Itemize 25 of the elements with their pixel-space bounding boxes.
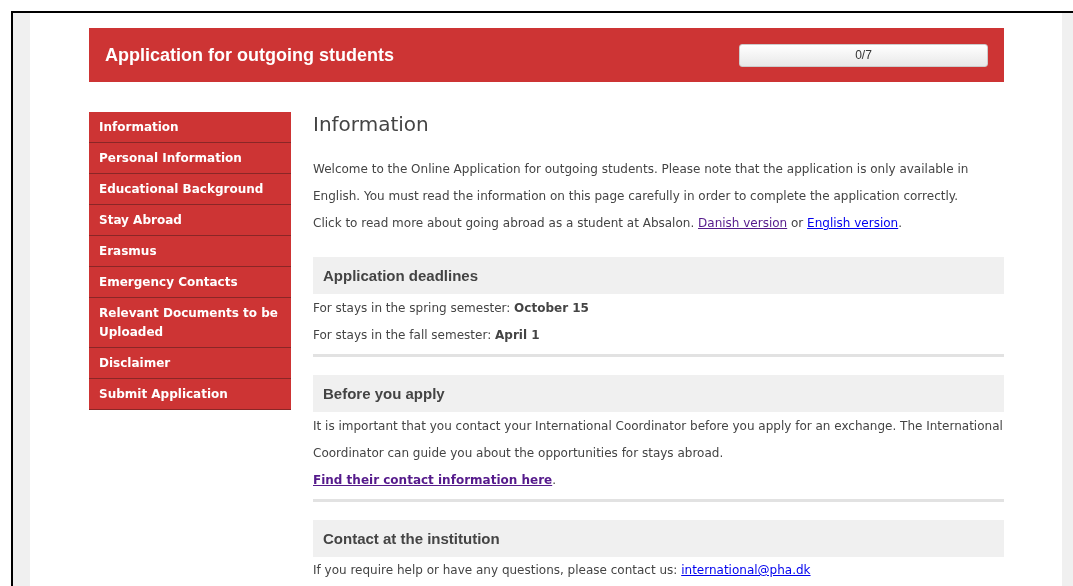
sidebar-item[interactable]: Erasmus	[89, 236, 291, 267]
page-title: Application for outgoing students	[105, 44, 394, 66]
paragraph: It is important that you contact your International Coordinator before you apply for an exchange. The International Coordinator can guide you about the opportunities for stays abroad.	[313, 418, 1004, 462]
paragraph: For stays in the spring semester: October 15	[313, 300, 590, 317]
sidebar-item[interactable]: Emergency Contacts	[89, 267, 291, 298]
link[interactable]: international@pha.dk	[681, 563, 811, 577]
link[interactable]: English version	[807, 216, 899, 230]
sidebar-item[interactable]: Submit Application	[89, 379, 291, 410]
sidebar-item[interactable]: Educational Background	[89, 174, 291, 205]
page-heading: Information	[313, 112, 430, 136]
paragraph: Click to read more about going abroad as a student at Absalon. Danish version or English version.	[313, 215, 904, 232]
sidebar-item[interactable]: Personal Information	[89, 143, 291, 174]
link[interactable]: Danish version	[698, 216, 788, 230]
sidebar-item[interactable]: Relevant Documents to be Uploaded	[89, 298, 291, 348]
section-heading: Application deadlines	[313, 257, 1004, 294]
paragraph: Find their contact information here.	[313, 472, 558, 489]
sidebar-item[interactable]: Information	[89, 112, 291, 143]
sidebar-item[interactable]: Disclaimer	[89, 348, 291, 379]
paragraph: Welcome to the Online Application for outgoing students. Please note that the application is only available in English. You must read the information on this page carefully in order to complete the application correctly.	[313, 161, 970, 205]
section-heading: Contact at the institution	[313, 520, 1004, 557]
paragraph: If you require help or have any questions, please contact us: international@pha.dk	[313, 562, 812, 579]
section-heading: Before you apply	[313, 375, 1004, 412]
sidebar-item[interactable]: Stay Abroad	[89, 205, 291, 236]
progress-label: 0/7	[855, 48, 872, 62]
paragraph: For stays in the fall semester: April 1	[313, 327, 541, 344]
